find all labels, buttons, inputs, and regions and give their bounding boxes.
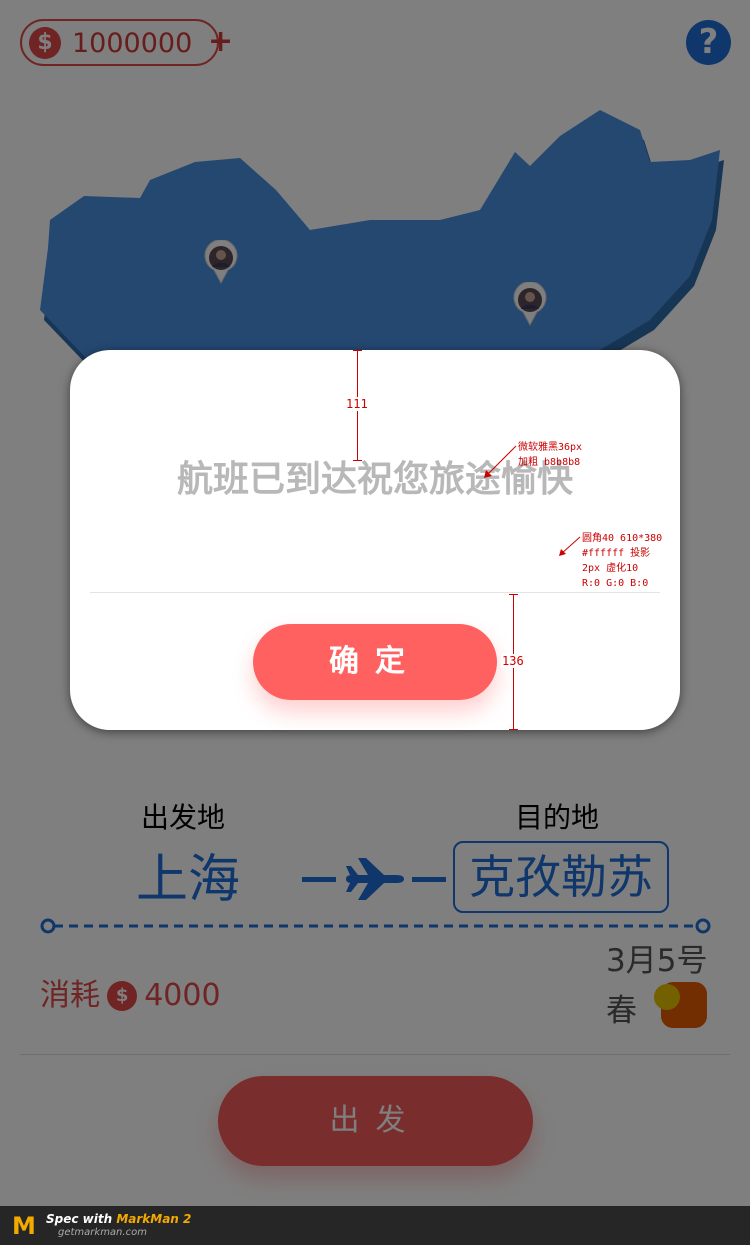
text-style-note: 微软雅黑36px 加粗 b8b8b8 — [518, 442, 583, 468]
confirm-button[interactable]: 确定 — [253, 624, 497, 700]
credit-prefix: Spec with — [46, 1212, 117, 1226]
markman-credit: Spec with MarkMan 2 — [46, 1212, 191, 1226]
markman-logo: M — [12, 1212, 36, 1240]
game-screen: $ 1000000 + ? 出发地 目的地 上海 克孜勒苏 — [0, 0, 750, 1245]
box-style-note: 圆角40 610*380 #ffffff 投影 2px 虚化10 R:0 G:0… — [582, 533, 663, 589]
markman-site: getmarkman.com — [58, 1227, 147, 1238]
dialog-message: 航班已到达祝您旅途愉快 — [176, 459, 573, 500]
annotation-arrow — [484, 445, 517, 478]
spacing-value-bottom: 136 — [501, 654, 525, 668]
annotation-arrow — [559, 536, 581, 556]
dialog-divider — [90, 592, 660, 593]
spacing-value-top: 111 — [345, 397, 369, 411]
credit-brand: MarkMan 2 — [116, 1212, 192, 1226]
markman-footer: M Spec with MarkMan 2 getmarkman.com — [0, 1206, 750, 1245]
